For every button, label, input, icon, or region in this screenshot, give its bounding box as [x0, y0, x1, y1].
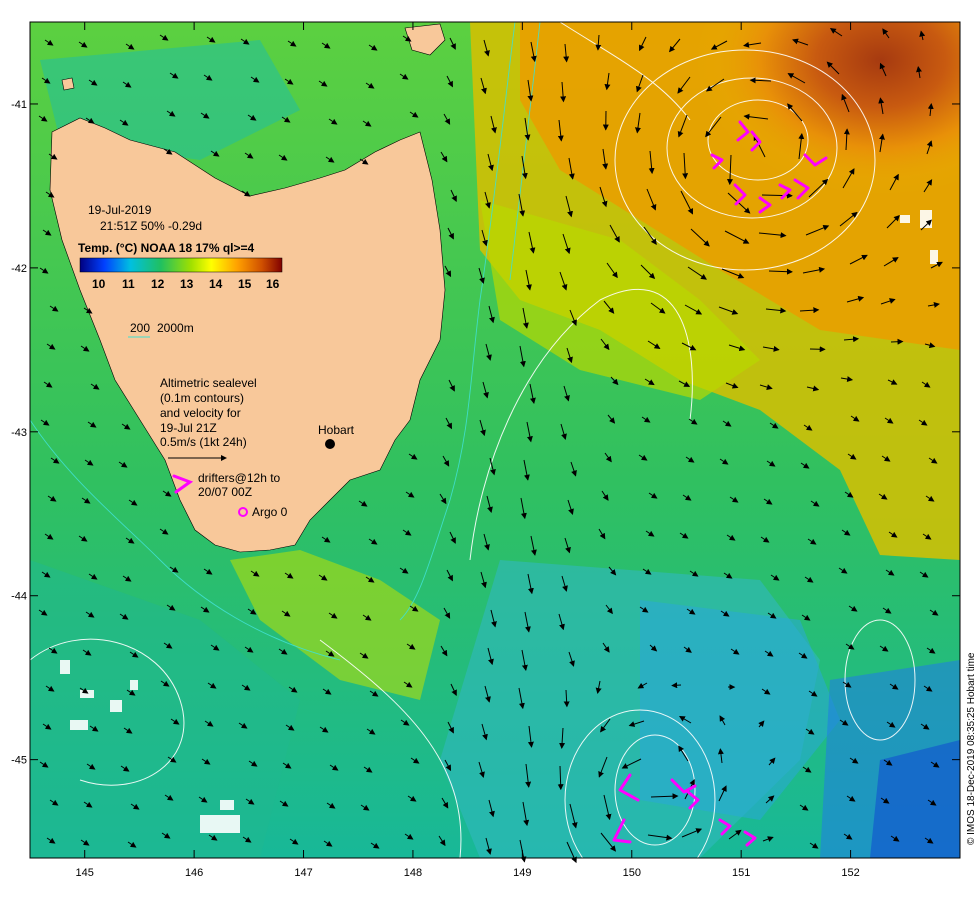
drifters-text-2: 20/07 00Z — [198, 485, 252, 499]
colorbar-tick: 10 — [92, 277, 106, 291]
lon-tick-label: 145 — [76, 867, 94, 879]
lon-tick-label: 150 — [623, 867, 641, 879]
sealevel-line: 19-Jul 21Z — [160, 421, 217, 435]
colorbar — [79, 257, 283, 273]
credit-text: © IMOS 18-Dec-2019 08:35:25 Hobart time — [966, 652, 977, 845]
drifters-text-1: drifters@12h to — [198, 471, 281, 485]
sealevel-line: 0.5m/s (1kt 24h) — [160, 435, 247, 449]
argo-text: Argo 0 — [252, 505, 288, 519]
colorbar-tick: 16 — [266, 277, 280, 291]
lat-tick-label: -45 — [11, 755, 27, 767]
map-date: 19-Jul-2019 — [88, 203, 152, 217]
hobart-marker — [325, 439, 335, 449]
bathy-label-200: 200 — [130, 321, 150, 335]
lat-tick-label: -42 — [11, 263, 27, 275]
colorbar-tick: 12 — [151, 277, 165, 291]
lon-tick-label: 147 — [294, 867, 312, 879]
bathy-label-2000: 2000m — [157, 321, 194, 335]
colorbar-title: Temp. (°C) NOAA 18 17% ql>=4 — [78, 241, 255, 255]
velocity-arrow — [671, 682, 682, 689]
lon-tick-label: 146 — [185, 867, 203, 879]
lon-tick-label: 149 — [513, 867, 531, 879]
sealevel-line: Altimetric sealevel — [160, 376, 257, 390]
lat-tick-label: -43 — [11, 427, 27, 439]
colorbar-tick: 13 — [180, 277, 194, 291]
lat-tick-label: -44 — [11, 591, 27, 603]
land-small-island — [61, 77, 75, 91]
lat-tick-label: -41 — [11, 99, 27, 111]
colorbar-tick: 11 — [122, 277, 135, 291]
lon-tick-label: 151 — [732, 867, 750, 879]
sst-map: Hobart 19-Jul-2019 21:51Z 50% -0.29d Tem… — [11, 21, 977, 891]
colorbar-tick: 15 — [238, 277, 252, 291]
sealevel-line: (0.1m contours) — [160, 391, 244, 405]
lon-tick-label: 148 — [404, 867, 422, 879]
map-time-line: 21:51Z 50% -0.29d — [100, 219, 202, 233]
hobart-label: Hobart — [318, 423, 355, 437]
sealevel-line: and velocity for — [160, 406, 241, 420]
colorbar-tick: 14 — [209, 277, 223, 291]
lon-tick-label: 152 — [841, 867, 859, 879]
